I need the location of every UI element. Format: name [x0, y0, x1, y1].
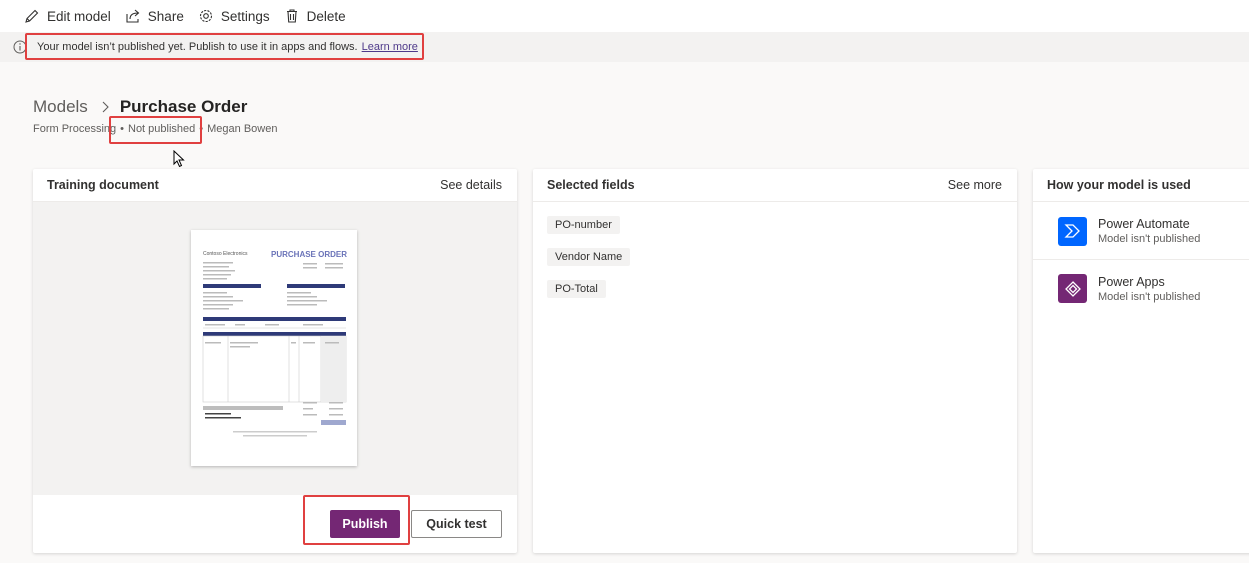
see-details-link[interactable]: See details	[440, 178, 502, 192]
banner-message-highlight: Your model isn’t published yet. Publish …	[25, 33, 424, 60]
fields-card-title: Selected fields	[547, 178, 635, 192]
unpublished-banner: Your model isn’t published yet. Publish …	[0, 32, 1249, 62]
app-status: Model isn't published	[1098, 233, 1201, 245]
pencil-icon	[25, 9, 39, 23]
share-button[interactable]: Share	[125, 8, 184, 24]
status-highlight	[109, 116, 202, 144]
delete-button[interactable]: Delete	[284, 8, 346, 24]
settings-label: Settings	[220, 8, 270, 24]
document-preview-area: Contoso Electronics PURCHASE ORDER	[33, 202, 517, 495]
breadcrumb-models-link[interactable]: Models	[33, 97, 88, 117]
field-chip-po-number[interactable]: PO-number	[547, 216, 620, 234]
usage-item-power-apps[interactable]: Power Apps Model isn't published	[1033, 260, 1249, 317]
gear-icon	[199, 9, 212, 23]
delete-label: Delete	[306, 8, 346, 24]
page-title: Purchase Order	[119, 97, 248, 116]
doc-company-text: Contoso Electronics	[203, 251, 248, 257]
app-name: Power Automate	[1098, 217, 1190, 231]
usage-card-title: How your model is used	[1047, 178, 1191, 192]
command-bar: Edit model Share Settings Delete	[0, 0, 1249, 32]
field-chip-po-total[interactable]: PO-Total	[547, 280, 606, 298]
share-label: Share	[147, 8, 184, 24]
share-icon	[126, 9, 140, 23]
app-status: Model isn't published	[1098, 290, 1201, 303]
power-apps-icon	[1058, 274, 1087, 303]
model-owner: Megan Bowen	[207, 123, 278, 135]
usage-item-power-automate[interactable]: Power Automate Model isn't published	[1033, 203, 1249, 260]
training-card-header: Training document See details	[33, 169, 517, 202]
chevron-right-icon	[102, 101, 109, 113]
edit-model-label: Edit model	[47, 8, 111, 24]
publish-button[interactable]: Publish	[330, 510, 400, 538]
breadcrumb: Models Purchase Order	[33, 97, 247, 117]
training-document-card: Training document See details Contoso El…	[33, 169, 517, 553]
fields-card-header: Selected fields See more	[533, 169, 1017, 202]
app-name: Power Apps	[1098, 274, 1165, 289]
training-card-title: Training document	[47, 178, 159, 192]
field-chip-vendor-name[interactable]: Vendor Name	[547, 248, 631, 266]
model-usage-card: How your model is used Power Automate Mo…	[1033, 169, 1249, 553]
trash-icon	[286, 9, 297, 23]
training-document-thumbnail[interactable]: Contoso Electronics PURCHASE ORDER	[191, 230, 357, 466]
edit-model-button[interactable]: Edit model	[24, 8, 111, 24]
purchase-order-preview: Contoso Electronics PURCHASE ORDER	[202, 250, 347, 437]
see-more-link[interactable]: See more	[948, 178, 1002, 192]
quick-test-button[interactable]: Quick test	[411, 510, 502, 538]
doc-title-text: PURCHASE ORDER	[271, 250, 347, 259]
mouse-cursor-icon	[173, 150, 185, 168]
usage-card-header: How your model is used	[1033, 169, 1249, 202]
banner-message: Your model isn’t published yet. Publish …	[37, 40, 358, 53]
model-type: Form Processing	[33, 123, 117, 135]
learn-more-link[interactable]: Learn more	[362, 41, 418, 53]
field-list: PO-number Vendor Name PO-Total	[547, 215, 631, 311]
power-automate-icon	[1058, 216, 1087, 246]
settings-button[interactable]: Settings	[198, 8, 270, 24]
selected-fields-card: Selected fields See more PO-number Vendo…	[533, 169, 1017, 553]
